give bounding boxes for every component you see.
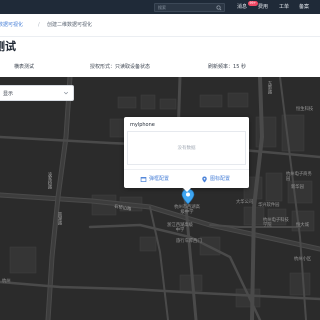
map-layer-select[interactable]: 显示 [0,85,74,101]
popup-config-label: 弹框配置 [149,176,170,182]
map-label-poi-left: 杭州 [2,279,11,284]
refresh-rate-label: 刷新频率： [208,64,234,70]
map-label-poi-right3: 华兴软件园 [258,203,280,208]
nav-tickets-label: 工单 [279,4,290,10]
global-search[interactable] [154,3,225,12]
device-popup: mylphone 没有数据 弹框配置 图标配置 [124,117,249,192]
popup-empty-text: 没有数据 [177,146,196,151]
breadcrumb-separator: / [38,22,40,28]
nav-messages[interactable]: 消息 99+ [237,1,258,11]
map-label-road-east: 东新路 [267,81,272,94]
map-label-poi-right4: 大华公司 [236,200,254,205]
map-label-poi-hospital: 浙江西湖高级中学 [167,223,193,233]
auth-mode-value: 只读取设备状态 [115,64,151,70]
global-search-input[interactable] [158,4,214,11]
popup-footer: 弹框配置 图标配置 [124,169,249,188]
map-canvas[interactable]: 东新路 凌家桥路 南湖路 石桥山路 杭州市西湖高级中学 浙江西湖高级中学 恒生科… [0,77,320,320]
map-label-poi-bottom: 杭州小区 [294,257,312,262]
map-label-road-west1: 凌家桥路 [47,172,52,190]
nav-billing-label: 费用 [258,4,269,10]
breadcrumb-item-visualization[interactable]: 数据可视化 [0,21,23,29]
map-label-road-west2: 南湖路 [57,212,62,225]
breadcrumb: 数据可视化 / 创建二维数据可视化 [0,14,320,36]
nav-tickets[interactable]: 工单 [279,3,289,11]
popup-pointer [183,188,191,192]
message-count-badge: 99+ [248,1,258,6]
location-pin-icon [202,176,207,183]
map-label-poi-right6: 杭州电子科技学院 [263,218,289,228]
nav-filing[interactable]: 备案 [299,3,309,11]
map-layer-select-value: 显示 [3,91,14,97]
chevron-down-icon [63,91,69,95]
nav-filing-label: 备案 [299,4,310,10]
nav-billing[interactable]: 费用 [258,3,268,11]
page-title: 测试 [0,40,16,53]
breadcrumb-item-create: 创建二维数据可视化 [47,22,93,28]
refresh-rate: 刷新频率：15 秒 [208,63,246,71]
project-name: 横表测试 [14,64,35,70]
popup-empty-state: 没有数据 [127,131,246,165]
map-roads [0,77,320,320]
popup-window-icon [140,177,147,182]
map-label-poi-bldg: 恒生科技 [296,107,314,112]
refresh-rate-value: 15 秒 [233,64,246,70]
top-nav-bar: 消息 99+ 费用 工单 备案 [0,0,320,14]
map-label-poi-right2: 新华园 [291,185,304,190]
popup-device-name: mylphone [130,122,155,128]
map-label-poi-mid: 旅行车库西门 [176,239,202,244]
search-icon[interactable] [216,5,222,11]
map-label-poi-right1: 杭州电子商务园 [286,172,312,182]
auth-mode-label: 授权形式： [90,64,116,70]
nav-messages-label: 消息 [237,4,248,10]
map-label-poi-school: 杭州市西湖高级中学 [174,205,200,215]
auth-mode: 授权形式：只读取设备状态 [90,63,150,71]
map-label-poi-right5: 恒大城 [296,223,309,228]
icon-config-label: 图标配置 [210,176,231,182]
